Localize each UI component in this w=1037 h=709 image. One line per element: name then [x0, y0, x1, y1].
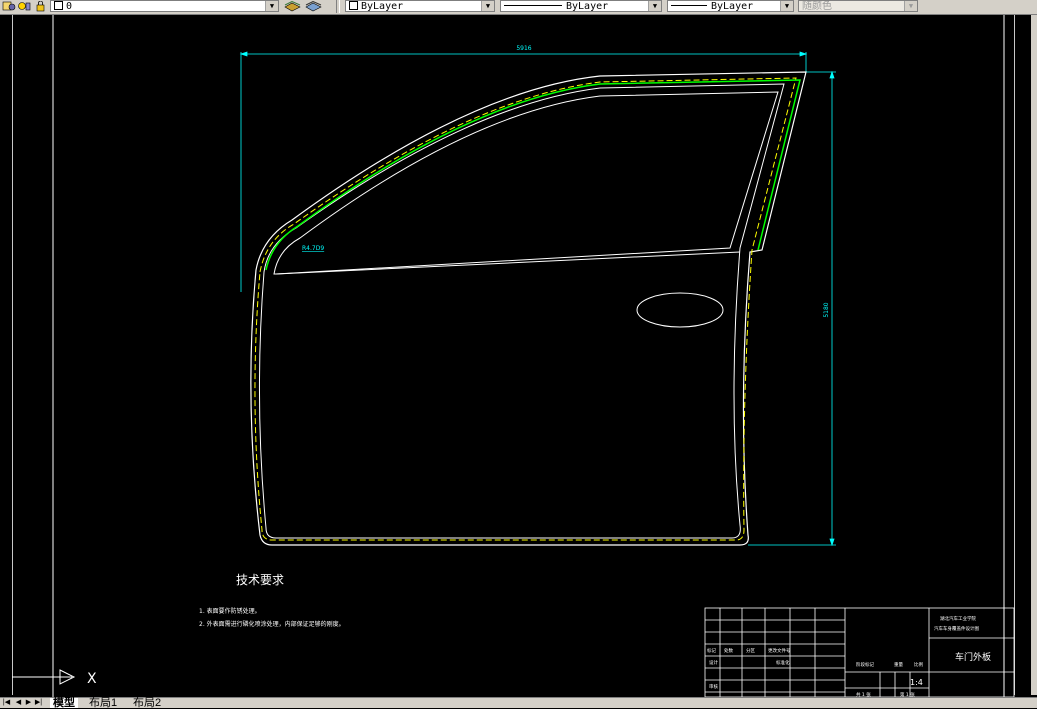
window-opening [273, 91, 779, 275]
height-dimension-text: 5180 [823, 302, 830, 317]
tb-col-label-4: 更改文件号 [768, 647, 791, 654]
tb-weight-label: 重量 [894, 661, 903, 668]
last-tab-icon[interactable]: ▶| [34, 699, 43, 707]
next-tab-icon[interactable]: ▶ [24, 699, 33, 707]
window-frame-channel [265, 79, 801, 271]
tb-std-label: 标准化 [776, 659, 790, 666]
first-tab-icon[interactable]: |◀ [2, 699, 11, 707]
tech-requirement-2: 2. 外表面需进行磷化喷涂处理，内部保证足够的刚度。 [199, 620, 345, 628]
tb-col-label-3: 分区 [746, 647, 755, 654]
tb-col-label-2: 处数 [724, 647, 733, 654]
width-dimension [239, 51, 808, 292]
tech-requirements-title: 技术要求 [236, 573, 284, 587]
tb-row-label-design: 设计 [709, 659, 718, 666]
prev-tab-icon[interactable]: ◀ [14, 699, 23, 707]
tb-row-label-review: 审核 [709, 683, 718, 690]
tb-institution-1: 湖北汽车工业学院 [940, 615, 976, 622]
door-inner-outline [258, 83, 785, 539]
ucs-x-label: X [87, 671, 97, 687]
layout-tab-bar: |◀ ◀ ▶ ▶| 模型 布局1 布局2 [0, 697, 1037, 709]
width-dimension-text: 5916 [516, 45, 531, 52]
tb-col-label-1: 标记 [707, 647, 716, 654]
drawing-canvas[interactable]: 5916 5180 R4.7D9 技术要求 1. 表面要作防锈处理。 2. 外表… [0, 0, 1037, 707]
radius-label: R4.7D9 [302, 245, 324, 252]
tech-requirement-1: 1. 表面要作防锈处理。 [199, 607, 261, 615]
door-handle-ellipse [636, 292, 724, 328]
tb-scale-value: 1:4 [910, 678, 923, 687]
tb-institution-2: 汽车车身覆盖件设计图 [934, 625, 979, 632]
ucs-icon [12, 669, 76, 685]
door-hidden-line [254, 77, 797, 541]
belt-line [275, 251, 741, 275]
tb-scale-label: 比例 [914, 661, 923, 668]
tb-stage-label: 阶段标记 [856, 661, 874, 668]
tb-part-name: 车门外板 [955, 651, 991, 663]
